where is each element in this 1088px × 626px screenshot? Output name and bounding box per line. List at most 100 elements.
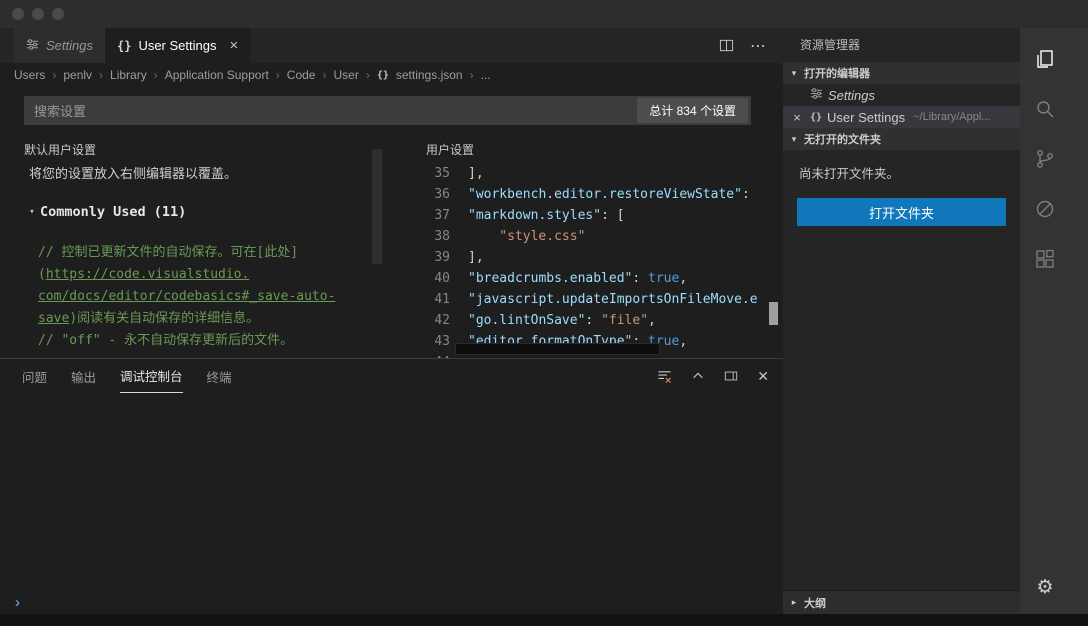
tab-settings[interactable]: Settings: [14, 28, 105, 63]
close-tab-icon[interactable]: ×: [229, 38, 238, 53]
line-number: 36: [420, 184, 450, 205]
commonly-used-group-header[interactable]: ▾ Commonly Used (11): [24, 204, 376, 220]
breadcrumb-separator: ›: [154, 68, 158, 82]
json-braces-icon: {}: [377, 70, 389, 81]
open-editor-item-settings[interactable]: Settings: [783, 84, 1020, 106]
section-label: 无打开的文件夹: [804, 131, 881, 147]
line-number: 38: [420, 226, 450, 247]
open-editor-label: Settings: [828, 88, 875, 103]
code-line: 40"breadcrumbs.enabled": true,: [420, 268, 783, 289]
line-number: 44: [420, 352, 450, 358]
bottom-panel: 问题 输出 调试控制台 终端 ✕: [0, 358, 783, 614]
code-horizontal-scrollbar[interactable]: [455, 343, 660, 355]
comment-line: com/docs/editor/codebasics#_save-auto-: [38, 286, 376, 308]
traffic-light-zoom-icon[interactable]: [52, 8, 64, 20]
panel-tab-output[interactable]: 输出: [71, 359, 96, 393]
line-number: 43: [420, 331, 450, 352]
setting-comment-block: // 控制已更新文件的自动保存。可在[此处] (https://code.vis…: [24, 242, 376, 352]
breadcrumb-item[interactable]: penlv: [63, 68, 92, 82]
code-line: 38"style.css": [420, 226, 783, 247]
clear-console-icon[interactable]: [657, 369, 672, 384]
open-editor-item-user-settings[interactable]: × {} User Settings ~/Library/Appl...: [783, 106, 1020, 128]
line-number: 42: [420, 310, 450, 331]
breadcrumb-item-settings-json[interactable]: settings.json: [396, 68, 463, 82]
console-prompt-icon: ›: [15, 595, 20, 610]
chevron-down-icon: ▾: [786, 68, 802, 79]
breadcrumb-separator: ›: [99, 68, 103, 82]
comment-line: (https://code.visualstudio.: [38, 264, 376, 286]
open-editors-header[interactable]: ▾ 打开的编辑器: [783, 62, 1020, 84]
settings-sliders-icon: [810, 87, 823, 103]
default-pane-scrollbar[interactable]: [372, 149, 382, 264]
tab-label: Settings: [46, 38, 93, 53]
fold-chevron-icon[interactable]: ▾: [26, 207, 38, 217]
close-editor-icon[interactable]: ×: [789, 110, 805, 125]
settings-sliders-icon: [26, 38, 39, 54]
tab-label: User Settings: [138, 38, 216, 53]
default-settings-pane: 默认用户设置 将您的设置放入右侧编辑器以覆盖。 ▾ Commonly Used …: [24, 141, 376, 358]
doc-link[interactable]: https://code.visualstudio.: [46, 267, 250, 282]
editor-actions: ⋯: [719, 28, 783, 63]
settings-count-badge: 总计 834 个设置: [637, 98, 748, 123]
outline-header[interactable]: ▸ 大纲: [783, 590, 1020, 614]
breadcrumb-item[interactable]: Users: [14, 68, 45, 82]
user-settings-code-editor[interactable]: 35], 36"workbench.editor.restoreViewStat…: [420, 163, 783, 358]
chevron-down-icon: ▾: [786, 134, 802, 145]
close-panel-icon[interactable]: ✕: [757, 368, 769, 385]
settings-editor: 搜索设置 总计 834 个设置 默认用户设置 将您的设置放入右侧编辑器以覆盖。 …: [0, 87, 783, 358]
panel-tab-debug-console[interactable]: 调试控制台: [120, 359, 183, 393]
source-control-icon[interactable]: [1032, 146, 1058, 172]
editor-region: Settings {} User Settings × ⋯ Users › pe…: [0, 28, 783, 614]
breadcrumb-item[interactable]: ...: [481, 68, 491, 82]
window-bottom-edge: [0, 614, 1088, 626]
code-line: 37"markdown.styles": [: [420, 205, 783, 226]
comment-line: // 控制已更新文件的自动保存。可在[此处]: [38, 242, 376, 264]
debug-console-output[interactable]: [0, 393, 783, 590]
user-settings-title: 用户设置: [420, 141, 783, 157]
extensions-icon[interactable]: [1032, 246, 1058, 272]
code-vertical-scrollbar[interactable]: [769, 302, 778, 325]
traffic-light-close-icon[interactable]: [12, 8, 24, 20]
more-actions-icon[interactable]: ⋯: [750, 36, 767, 56]
breadcrumb-separator: ›: [322, 68, 326, 82]
panel-actions: ✕: [657, 359, 769, 393]
debug-icon[interactable]: [1032, 196, 1058, 222]
vscode-window: Settings {} User Settings × ⋯ Users › pe…: [0, 0, 1088, 626]
comment-line: save)阅读有关自动保存的详细信息。: [38, 308, 376, 330]
breadcrumb-separator: ›: [470, 68, 474, 82]
doc-link[interactable]: com/docs/editor/codebasics#_save-auto-: [38, 289, 335, 304]
line-number: 40: [420, 268, 450, 289]
no-folder-header[interactable]: ▾ 无打开的文件夹: [783, 128, 1020, 150]
json-braces-icon: {}: [117, 39, 131, 53]
settings-gear-icon[interactable]: ⚙: [1032, 574, 1058, 600]
split-editor-icon[interactable]: [719, 38, 734, 53]
breadcrumb-item[interactable]: Application Support: [165, 68, 269, 82]
debug-console-input[interactable]: ›: [0, 590, 783, 614]
open-editor-label: User Settings: [827, 110, 905, 125]
settings-search-input[interactable]: 搜索设置 总计 834 个设置: [24, 96, 751, 125]
breadcrumb-separator: ›: [366, 68, 370, 82]
open-folder-button[interactable]: 打开文件夹: [797, 198, 1006, 226]
breadcrumb: Users › penlv › Library › Application Su…: [0, 63, 783, 87]
panel-tab-terminal[interactable]: 终端: [207, 359, 232, 393]
panel-tab-bar: 问题 输出 调试控制台 终端 ✕: [0, 359, 783, 393]
doc-link[interactable]: save: [38, 311, 69, 326]
tab-user-settings[interactable]: {} User Settings ×: [105, 28, 250, 63]
maximize-panel-icon[interactable]: [691, 369, 705, 383]
explorer-icon[interactable]: [1032, 46, 1058, 72]
breadcrumb-item[interactable]: Library: [110, 68, 147, 82]
default-settings-hint: 将您的设置放入右侧编辑器以覆盖。: [24, 163, 376, 182]
breadcrumb-item[interactable]: User: [333, 68, 358, 82]
toggle-panel-layout-icon[interactable]: [724, 369, 738, 383]
chevron-right-icon: ▸: [786, 597, 802, 608]
code-line: 39],: [420, 247, 783, 268]
traffic-light-minimize-icon[interactable]: [32, 8, 44, 20]
panel-tab-problems[interactable]: 问题: [22, 359, 47, 393]
search-icon[interactable]: [1032, 96, 1058, 122]
line-number: 39: [420, 247, 450, 268]
json-braces-icon: {}: [810, 112, 822, 123]
breadcrumb-separator: ›: [52, 68, 56, 82]
settings-panes: 默认用户设置 将您的设置放入右侧编辑器以覆盖。 ▾ Commonly Used …: [0, 141, 783, 358]
breadcrumb-item[interactable]: Code: [287, 68, 316, 82]
sidebar-title: 资源管理器: [783, 28, 1020, 62]
